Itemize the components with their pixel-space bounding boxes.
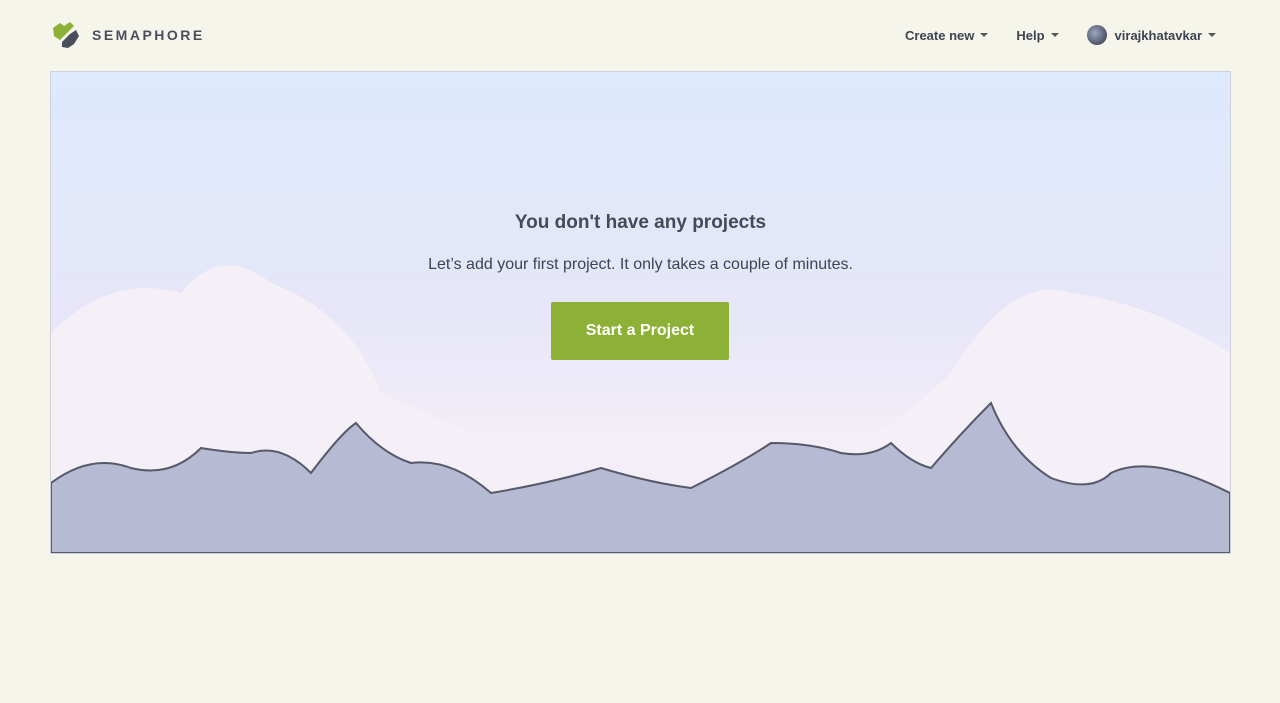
help-label: Help: [1016, 27, 1045, 43]
start-project-button[interactable]: Start a Project: [551, 302, 729, 360]
semaphore-logo-icon: [53, 22, 79, 48]
caret-down-icon: [1208, 33, 1216, 37]
username: virajkhatavkar: [1114, 27, 1202, 43]
empty-state-title: You don't have any projects: [514, 212, 767, 233]
brand-name: SEMAPHORE: [92, 27, 205, 43]
avatar: [1086, 25, 1107, 45]
help-menu[interactable]: Help: [1016, 27, 1059, 43]
create-new-menu[interactable]: Create new: [905, 27, 989, 43]
top-nav: SEMAPHORE Create new Help virajkhatavkar: [0, 0, 1280, 70]
create-new-label: Create new: [905, 27, 975, 43]
caret-down-icon: [1050, 33, 1059, 37]
caret-down-icon: [980, 33, 989, 37]
brand-logo[interactable]: SEMAPHORE: [50, 20, 205, 50]
user-menu[interactable]: virajkhatavkar: [1086, 25, 1216, 45]
empty-state-subtitle: Let’s add your first project. It only ta…: [428, 256, 853, 273]
empty-state-panel: You don't have any projects Let’s add yo…: [50, 71, 1231, 554]
clouds-mountains-illustration: [51, 265, 1230, 553]
